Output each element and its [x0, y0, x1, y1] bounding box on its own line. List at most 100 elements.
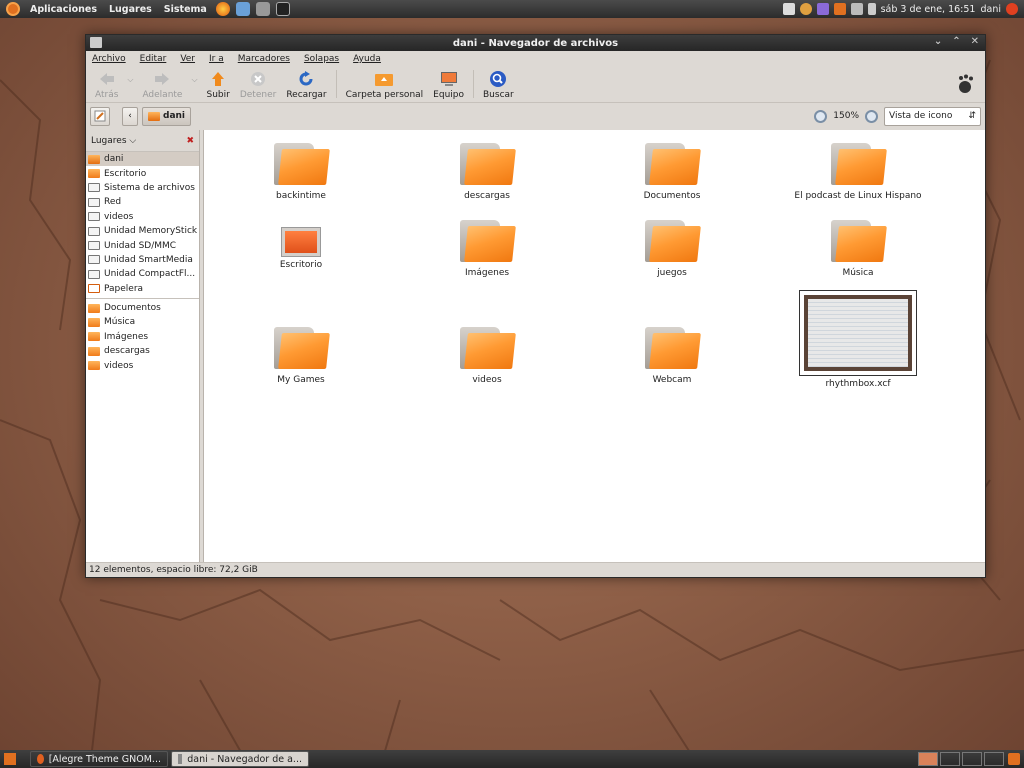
messenger-launcher-icon[interactable]: [235, 2, 250, 16]
power-icon[interactable]: [1006, 3, 1018, 15]
file-item[interactable]: backintime: [211, 143, 391, 201]
network-tray-icon[interactable]: [850, 3, 863, 15]
settings-tray-icon[interactable]: [816, 3, 829, 15]
sidebar-item-label: Escritorio: [104, 168, 147, 179]
sidebar-item-bookmark[interactable]: Imágenes: [86, 330, 199, 344]
sidebar-item-place[interactable]: videos: [86, 210, 199, 224]
search-tray-icon[interactable]: [799, 3, 812, 15]
menu-file[interactable]: Archivo: [92, 54, 126, 64]
top-panel: Aplicaciones Lugares Sistema sáb 3 de en…: [0, 0, 1024, 18]
workspace-1[interactable]: [918, 752, 938, 766]
clock[interactable]: sáb 3 de ene, 16:51: [881, 4, 976, 15]
stop-button[interactable]: Detener: [235, 70, 281, 100]
window-menu-icon[interactable]: [90, 37, 102, 48]
taskbar-item-browser[interactable]: [Alegre Theme GNOM...: [30, 751, 168, 767]
desktop-folder-icon: [281, 227, 321, 257]
sidebar-item-place[interactable]: Unidad SmartMedia: [86, 253, 199, 267]
file-item[interactable]: El podcast de Linux Hispano: [768, 143, 948, 201]
show-desktop-icon[interactable]: [4, 753, 16, 765]
toolbar-separator: [473, 70, 474, 98]
sidebar-item-bookmark[interactable]: Documentos: [86, 301, 199, 315]
file-item[interactable]: juegos: [582, 220, 762, 278]
back-history-chevron-icon[interactable]: ⌵: [123, 70, 137, 90]
volume-tray-icon[interactable]: [867, 3, 876, 15]
menu-system[interactable]: Sistema: [158, 4, 213, 15]
back-button[interactable]: Atrás: [90, 70, 123, 100]
sidebar-item-place[interactable]: Escritorio: [86, 166, 199, 180]
view-mode-select[interactable]: Vista de icono ⇵: [884, 106, 981, 126]
workspace-4[interactable]: [984, 752, 1004, 766]
sidebar-type-select[interactable]: Lugares ⌵: [91, 136, 136, 146]
file-item[interactable]: Música: [768, 220, 948, 278]
file-item[interactable]: videos: [397, 327, 577, 385]
home-folder-button[interactable]: Carpeta personal: [341, 70, 429, 100]
zoom-level[interactable]: 150%: [833, 111, 859, 121]
network-launcher-icon[interactable]: [255, 2, 270, 16]
terminal-launcher-icon[interactable]: [275, 2, 290, 16]
folder-icon: [645, 143, 701, 187]
file-item[interactable]: Webcam: [582, 327, 762, 385]
file-manager-icon: [178, 754, 183, 764]
drive-icon: [88, 255, 100, 265]
status-text: 12 elementos, espacio libre: 72,2 GiB: [89, 565, 258, 575]
clipboard-tray-icon[interactable]: [782, 3, 795, 15]
file-item[interactable]: rhythmbox.xcf: [768, 290, 948, 389]
path-button-home[interactable]: dani: [142, 106, 192, 126]
menu-view[interactable]: Ver: [180, 54, 195, 64]
close-icon[interactable]: ✕: [971, 36, 979, 47]
forward-button[interactable]: Adelante: [137, 70, 187, 100]
sidebar-item-label: Imágenes: [104, 331, 149, 342]
sidebar-item-place[interactable]: Papelera: [86, 282, 199, 296]
taskbar-item-file-manager[interactable]: dani - Navegador de a...: [171, 751, 309, 767]
file-item[interactable]: Escritorio: [211, 220, 391, 270]
menu-places[interactable]: Lugares: [103, 4, 158, 15]
toggle-location-entry-button[interactable]: [90, 106, 110, 126]
menu-go[interactable]: Ir a: [209, 54, 224, 64]
file-item[interactable]: Imágenes: [397, 220, 577, 278]
sidebar-item-bookmark[interactable]: Música: [86, 315, 199, 329]
sidebar-divider: [86, 296, 199, 299]
firefox-launcher-icon[interactable]: [215, 2, 230, 16]
folder-icon: [88, 346, 100, 356]
folder-icon: [88, 303, 100, 313]
menu-applications[interactable]: Aplicaciones: [24, 4, 103, 15]
workspace-3[interactable]: [962, 752, 982, 766]
menu-tabs[interactable]: Solapas: [304, 54, 339, 64]
window-titlebar[interactable]: dani - Navegador de archivos ⌄ ⌃ ✕: [86, 35, 985, 51]
file-label: Webcam: [652, 375, 692, 385]
search-button[interactable]: Buscar: [478, 70, 519, 100]
maximize-icon[interactable]: ⌃: [952, 36, 960, 47]
sidebar-item-place[interactable]: Unidad SD/MMC: [86, 238, 199, 252]
menu-bookmarks[interactable]: Marcadores: [238, 54, 290, 64]
sidebar-item-place[interactable]: Unidad MemoryStick: [86, 224, 199, 238]
minimize-icon[interactable]: ⌄: [934, 36, 942, 47]
forward-history-chevron-icon[interactable]: ⌵: [187, 70, 201, 90]
zoom-out-icon[interactable]: [814, 109, 828, 123]
reload-button[interactable]: Recargar: [281, 70, 331, 100]
sidebar-item-place[interactable]: dani: [86, 152, 199, 167]
menu-help[interactable]: Ayuda: [353, 54, 381, 64]
trash-applet-icon[interactable]: [1008, 753, 1020, 765]
sidebar-item-place[interactable]: Unidad CompactFl...: [86, 267, 199, 281]
close-sidebar-icon[interactable]: ✖: [186, 136, 194, 146]
ubuntu-logo-icon[interactable]: [6, 2, 20, 16]
update-tray-icon[interactable]: [833, 3, 846, 15]
username[interactable]: dani: [980, 4, 1001, 15]
menu-edit[interactable]: Editar: [140, 54, 167, 64]
file-item[interactable]: descargas: [397, 143, 577, 201]
file-item[interactable]: My Games: [211, 327, 391, 385]
file-item[interactable]: Documentos: [582, 143, 762, 201]
trash-icon: [88, 284, 100, 294]
workspace-2[interactable]: [940, 752, 960, 766]
sidebar-item-place[interactable]: Sistema de archivos: [86, 181, 199, 195]
drive-icon: [88, 226, 100, 236]
path-scroll-left-button[interactable]: ‹: [122, 106, 138, 126]
sidebar-item-bookmark[interactable]: videos: [86, 358, 199, 372]
sidebar-item-place[interactable]: Red: [86, 195, 199, 209]
zoom-in-icon[interactable]: [865, 109, 878, 123]
up-button[interactable]: Subir: [201, 70, 234, 100]
sidebar-item-bookmark[interactable]: descargas: [86, 344, 199, 358]
computer-button[interactable]: Equipo: [428, 70, 469, 100]
folder-icon: [88, 317, 100, 327]
icon-view[interactable]: backintime descargas Documentos El podcast …: [204, 130, 985, 562]
